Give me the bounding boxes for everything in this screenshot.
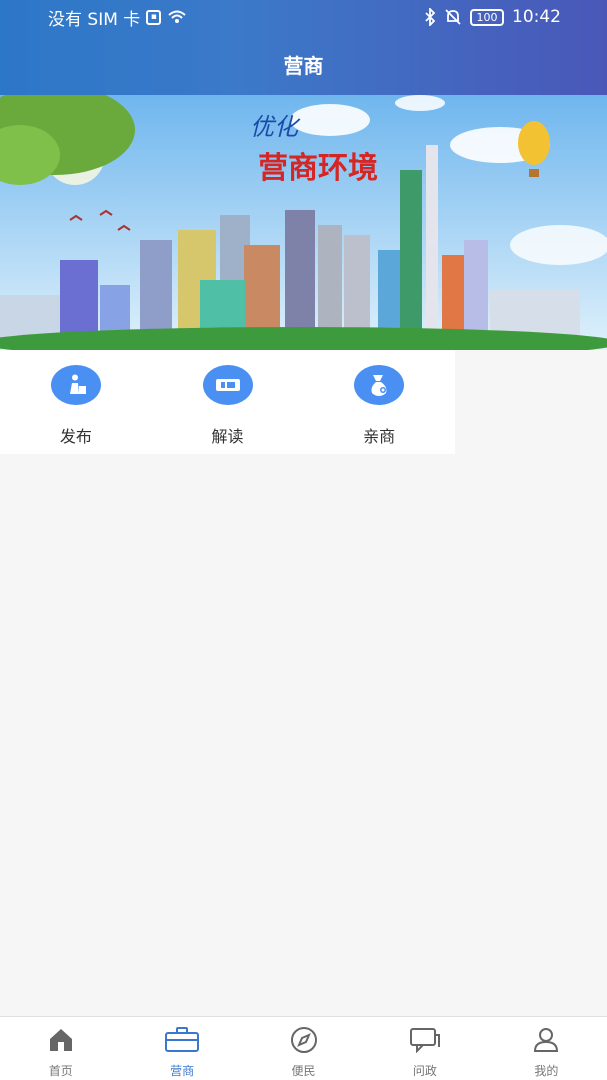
menu-item-publish[interactable]: 发布 bbox=[0, 350, 152, 454]
briefcase-icon bbox=[164, 1025, 200, 1055]
mute-bell-icon bbox=[445, 9, 461, 25]
menu-item-label: 解读 bbox=[211, 427, 244, 446]
bottom-navigation: 首页 营商 便民 问政 我的 bbox=[0, 1016, 607, 1080]
page-title: 营商 bbox=[283, 54, 324, 78]
interpret-icon bbox=[202, 365, 253, 405]
menu-item-pro-business[interactable]: 亲商 bbox=[303, 350, 455, 454]
banner-title-main: 营商环境 bbox=[258, 151, 378, 185]
nav-item-home[interactable]: 首页 bbox=[0, 1017, 121, 1080]
status-bar: 没有 SIM 卡 ▪ 100 10:42 bbox=[0, 0, 607, 34]
nav-item-business[interactable]: 营商 bbox=[121, 1017, 242, 1080]
user-icon bbox=[532, 1025, 560, 1055]
nav-label: 问政 bbox=[412, 1064, 437, 1078]
nav-label: 首页 bbox=[48, 1064, 73, 1078]
menu-item-interpret[interactable]: 解读 bbox=[152, 350, 304, 454]
banner-title-top: 优化 bbox=[250, 114, 301, 141]
nav-item-inquiry[interactable]: 问政 bbox=[364, 1017, 485, 1080]
home-icon bbox=[47, 1025, 75, 1055]
nav-item-convenience[interactable]: 便民 bbox=[243, 1017, 364, 1080]
nav-label: 营商 bbox=[170, 1064, 195, 1078]
menu-item-label: 亲商 bbox=[363, 427, 396, 446]
nav-label: 我的 bbox=[534, 1064, 559, 1078]
wifi-icon bbox=[168, 10, 186, 23]
battery-icon: 100 bbox=[470, 8, 504, 26]
publish-icon bbox=[50, 365, 101, 405]
time-text: 10:42 bbox=[512, 7, 561, 27]
menu-item-label: 发布 bbox=[59, 427, 92, 446]
nav-label: 便民 bbox=[291, 1064, 316, 1078]
message-icon bbox=[409, 1025, 441, 1055]
service-menu: 发布 解读 亲商 bbox=[0, 350, 455, 454]
bluetooth-icon bbox=[425, 8, 436, 26]
sim-icon: ▪ bbox=[146, 9, 162, 25]
pro-business-icon bbox=[354, 365, 405, 405]
top-bar: 没有 SIM 卡 ▪ 100 10:42 营商 bbox=[0, 0, 607, 95]
compass-icon bbox=[289, 1025, 319, 1055]
carrier-text: 没有 SIM 卡 bbox=[48, 9, 141, 30]
banner-image[interactable]: 优化 营商环境 bbox=[0, 95, 607, 350]
nav-item-mine[interactable]: 我的 bbox=[486, 1017, 607, 1080]
